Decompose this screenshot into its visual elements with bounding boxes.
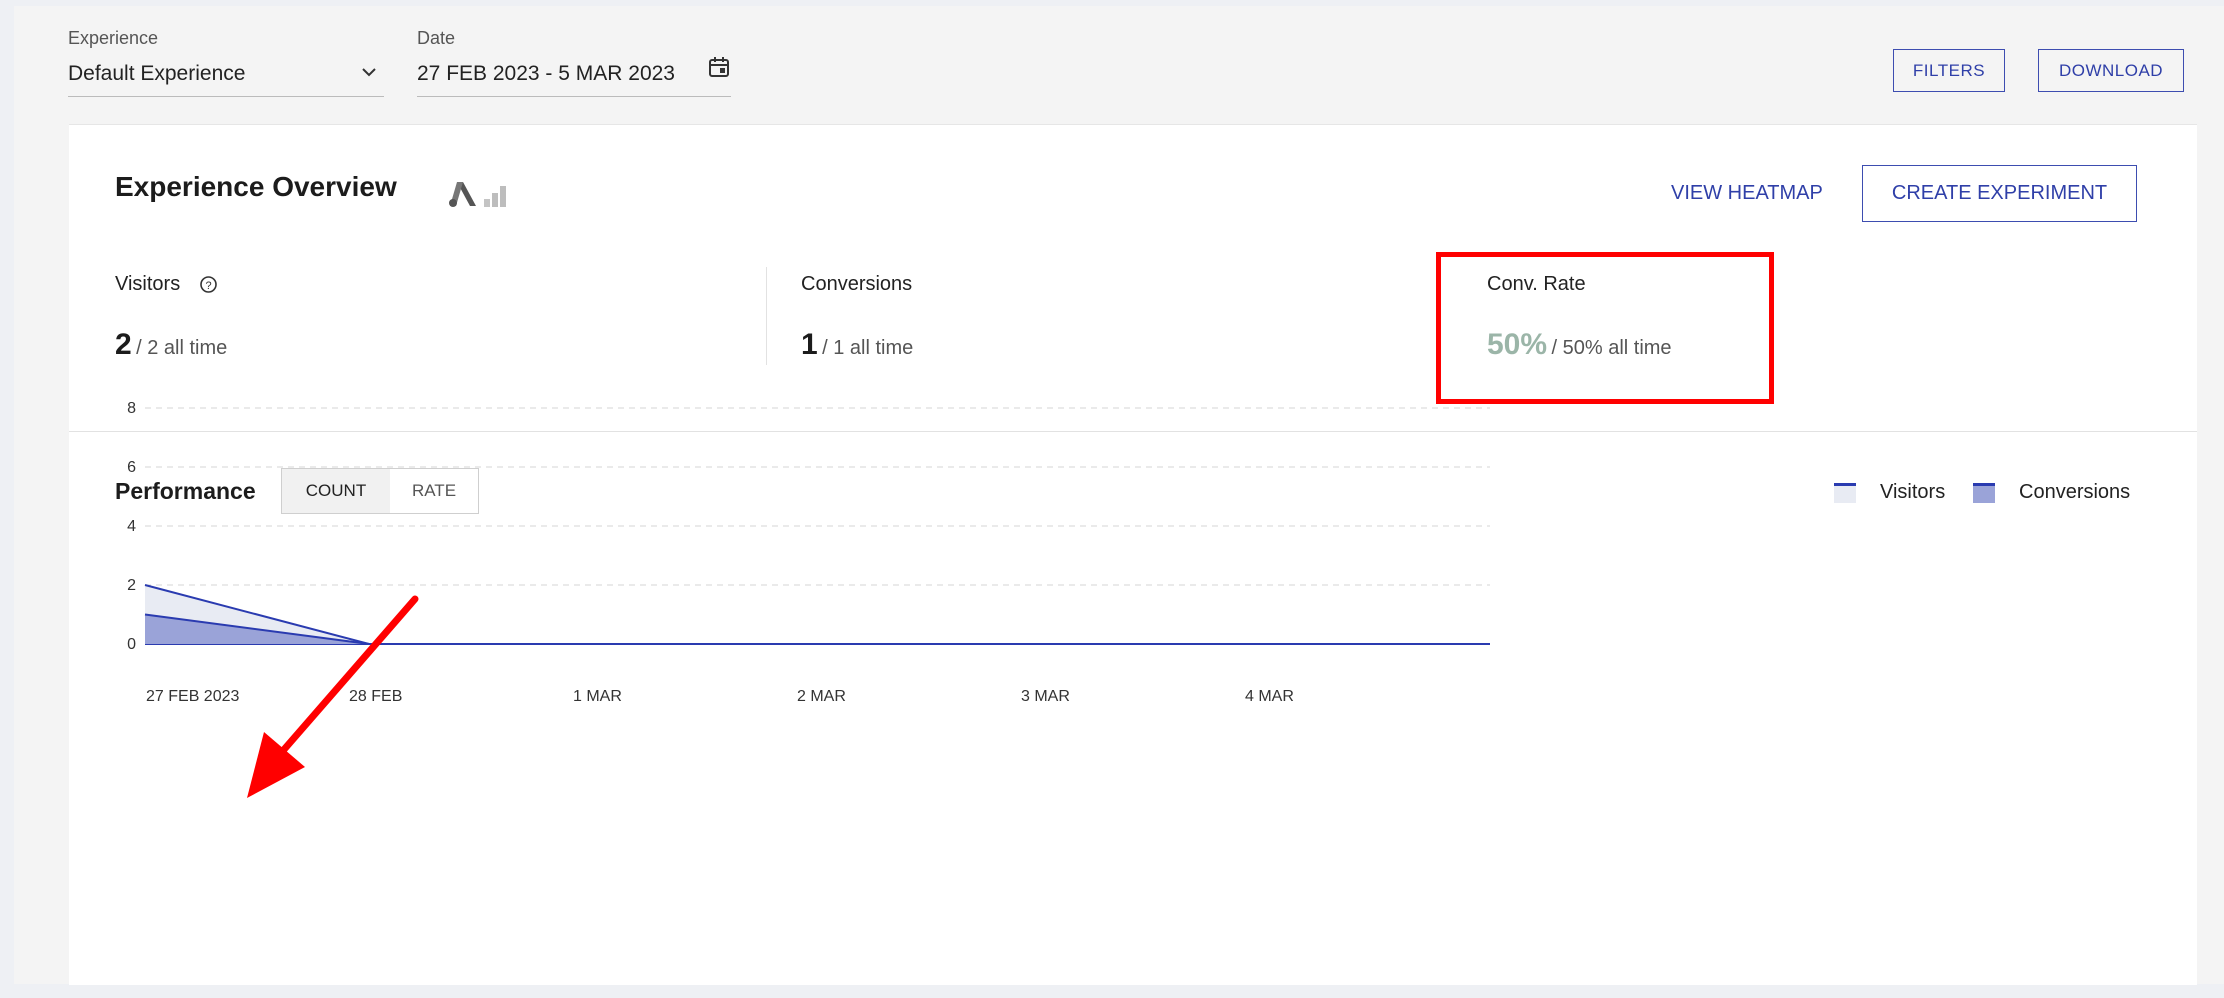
y-tick-label: 4 (127, 518, 136, 535)
annotation-arrow (247, 595, 419, 798)
y-tick-label: 8 (127, 400, 136, 417)
y-tick-label: 0 (127, 636, 136, 653)
date-label: Date (417, 28, 456, 48)
filters-button[interactable]: FILTERS (1893, 49, 2005, 92)
y-tick-label: 2 (127, 577, 136, 594)
calendar-icon[interactable] (708, 56, 730, 78)
experience-underline (68, 96, 384, 97)
x-tick-label: 2 MAR (797, 688, 846, 705)
y-tick-label: 6 (127, 459, 136, 476)
download-button[interactable]: DOWNLOAD (2038, 49, 2184, 92)
x-tick-label: 4 MAR (1245, 688, 1294, 705)
experience-select[interactable]: Default Experience (68, 62, 245, 86)
experience-overview-card: Experience Overview VIEW HEATMAP CREATE … (69, 124, 2197, 985)
date-range-input[interactable]: 27 FEB 2023 - 5 MAR 2023 (417, 62, 675, 86)
x-tick-label: 1 MAR (573, 688, 622, 705)
experience-label: Experience (68, 28, 159, 48)
chevron-down-icon[interactable] (361, 66, 377, 78)
date-underline (417, 96, 731, 97)
performance-chart: 0246827 FEB 2023 28 FEB 1 MAR 2 MAR 3 MAR 4 M… (127, 400, 1490, 705)
analytics-page: Experience Default Experience Date 27 FE… (14, 6, 2224, 985)
x-tick-label: 3 MAR (1021, 688, 1070, 705)
